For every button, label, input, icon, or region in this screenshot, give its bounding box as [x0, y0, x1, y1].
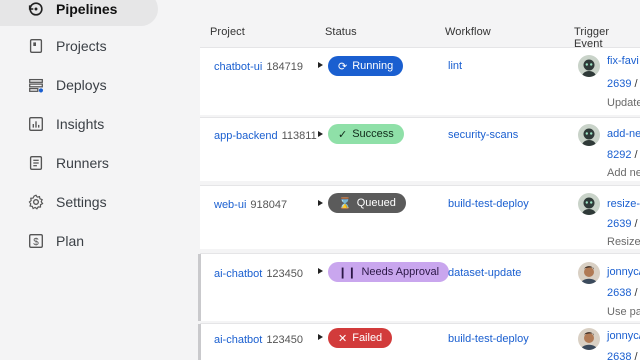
- sidebar-item-insights[interactable]: Insights: [14, 107, 184, 141]
- expand-caret-icon[interactable]: [318, 131, 323, 137]
- sidebar-item-label: Settings: [56, 194, 107, 210]
- status-badge[interactable]: ✓ Success: [328, 124, 404, 144]
- workflow-link[interactable]: lint: [448, 60, 462, 72]
- sidebar-item-settings[interactable]: Settings: [14, 185, 184, 219]
- trigger-number[interactable]: 2639: [607, 218, 631, 230]
- trigger-title[interactable]: fix-favi: [607, 55, 639, 67]
- project-link[interactable]: ai-chatbot: [214, 334, 262, 346]
- table-row[interactable]: ai-chatbot 123450 ❙❙ Needs Approval datase…: [198, 253, 640, 321]
- trigger-ref: 2638 /: [607, 287, 638, 299]
- projects-icon: [26, 36, 46, 56]
- header-workflow: Workflow: [445, 26, 491, 38]
- sidebar-item-label: Insights: [56, 116, 105, 132]
- project-id: 918047: [250, 199, 288, 211]
- status-badge[interactable]: ⌛ Queued: [328, 193, 406, 213]
- x-icon: ✕: [338, 332, 348, 345]
- sidebar-item-label: Pipelines: [56, 1, 118, 17]
- avatar: [578, 262, 600, 284]
- project-cell: ai-chatbot 123450: [214, 268, 303, 280]
- avatar: [578, 193, 600, 215]
- trigger-cell: jonnyc/: [607, 330, 640, 342]
- trigger-title[interactable]: add-ne: [607, 128, 640, 140]
- trigger-ref: 2639 /: [607, 218, 638, 230]
- project-id: 113811: [281, 130, 317, 142]
- avatar: [578, 55, 600, 77]
- project-link[interactable]: web-ui: [214, 199, 246, 211]
- table-row[interactable]: web-ui 918047 ⌛ Queued build-test-deploy r…: [200, 185, 640, 249]
- table-row[interactable]: app-backend 113811 ✓ Success security-scan…: [200, 117, 640, 181]
- expand-caret-icon[interactable]: [318, 62, 323, 68]
- hourglass-icon: ⌛: [338, 197, 352, 210]
- sidebar-item-projects[interactable]: Projects: [14, 29, 184, 63]
- expand-caret-icon[interactable]: [318, 268, 323, 274]
- sidebar: Pipelines Projects Deploys Insights Runn…: [0, 0, 200, 360]
- plan-icon: $: [26, 231, 46, 251]
- trigger-title[interactable]: jonnyc/: [607, 330, 640, 342]
- header-status: Status: [325, 26, 357, 38]
- trigger-number[interactable]: 2638: [607, 287, 631, 299]
- pause-icon: ❙❙: [338, 266, 357, 279]
- trigger-message: Update: [607, 97, 640, 109]
- workflow-link[interactable]: dataset-update: [448, 267, 521, 279]
- trigger-number[interactable]: 2639: [607, 78, 631, 90]
- gear-icon: [26, 192, 46, 212]
- sidebar-item-label: Deploys: [56, 77, 107, 93]
- runners-icon: [26, 153, 46, 173]
- trigger-ref: 2638 /: [607, 351, 638, 360]
- trigger-title[interactable]: resize-i: [607, 198, 640, 210]
- trigger-ref: 2639 /: [607, 78, 638, 90]
- header-project: Project: [210, 26, 245, 38]
- project-cell: ai-chatbot 123450: [214, 334, 303, 346]
- project-link[interactable]: app-backend: [214, 130, 278, 142]
- trigger-cell: add-ne: [607, 128, 640, 140]
- running-icon: ⟳: [338, 60, 348, 73]
- deploys-icon: [26, 75, 46, 95]
- project-cell: app-backend 113811: [214, 130, 317, 142]
- sidebar-item-runners[interactable]: Runners: [14, 146, 184, 180]
- project-id: 123450: [266, 334, 304, 346]
- sidebar-item-label: Runners: [56, 155, 109, 171]
- project-link[interactable]: ai-chatbot: [214, 268, 262, 280]
- workflow-link[interactable]: security-scans: [448, 129, 518, 141]
- check-icon: ✓: [338, 128, 348, 141]
- project-id: 123450: [266, 268, 304, 280]
- status-badge[interactable]: ❙❙ Needs Approval: [328, 262, 450, 282]
- trigger-cell: fix-favi: [607, 55, 639, 67]
- sidebar-item-plan[interactable]: $ Plan: [14, 224, 184, 258]
- svg-text:$: $: [33, 237, 39, 248]
- pipelines-icon: [26, 0, 46, 19]
- sidebar-item-label: Plan: [56, 233, 85, 249]
- project-cell: web-ui 918047: [214, 199, 287, 211]
- insights-icon: [26, 114, 46, 134]
- workflow-link[interactable]: build-test-deploy: [448, 198, 529, 210]
- status-badge[interactable]: ⟳ Running: [328, 56, 404, 76]
- expand-caret-icon[interactable]: [318, 334, 323, 340]
- table-row[interactable]: chatbot-ui 184719 ⟳ Running lint fix-favi …: [200, 47, 640, 115]
- trigger-number[interactable]: 8292: [607, 149, 631, 161]
- project-cell: chatbot-ui 184719: [214, 61, 303, 73]
- avatar: [578, 124, 600, 146]
- trigger-title[interactable]: jonnyc/: [607, 266, 640, 278]
- trigger-message: Use pa: [607, 306, 640, 318]
- trigger-number[interactable]: 2638: [607, 351, 631, 360]
- sidebar-item-deploys[interactable]: Deploys: [14, 68, 184, 102]
- trigger-message: Add ne: [607, 167, 640, 179]
- trigger-cell: resize-i: [607, 198, 640, 210]
- table-row[interactable]: ai-chatbot 123450 ✕ Failed build-test-depl…: [198, 323, 640, 360]
- project-id: 184719: [266, 61, 304, 73]
- avatar: [578, 328, 600, 350]
- sidebar-item-label: Projects: [56, 38, 107, 54]
- expand-caret-icon[interactable]: [318, 200, 323, 206]
- sidebar-item-pipelines[interactable]: Pipelines: [0, 0, 158, 26]
- trigger-message: Resize: [607, 236, 640, 248]
- project-link[interactable]: chatbot-ui: [214, 61, 262, 73]
- trigger-cell: jonnyc/: [607, 266, 640, 278]
- workflow-link[interactable]: build-test-deploy: [448, 333, 529, 345]
- status-badge[interactable]: ✕ Failed: [328, 328, 393, 348]
- trigger-ref: 8292 /: [607, 149, 638, 161]
- table-header: Project Status Workflow Trigger Event: [198, 18, 640, 50]
- pipelines-table: Project Status Workflow Trigger Event ch…: [198, 0, 640, 360]
